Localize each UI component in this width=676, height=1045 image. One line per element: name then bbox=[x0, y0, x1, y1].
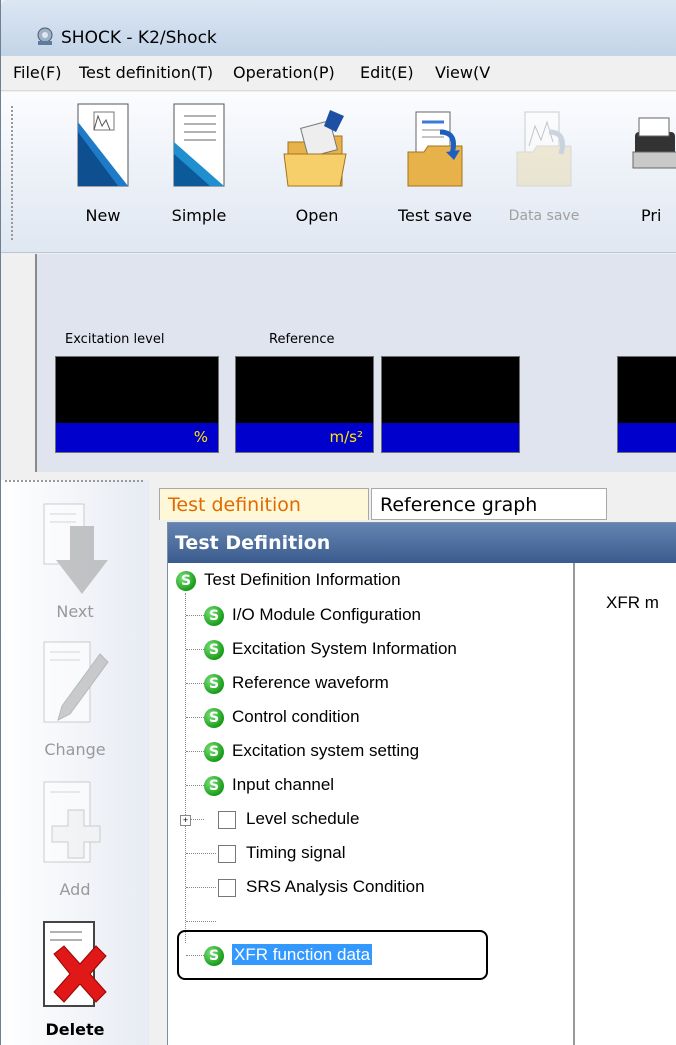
data-save-icon bbox=[516, 111, 572, 187]
detail-pane: XFR m bbox=[576, 563, 676, 1045]
plus-add-icon bbox=[43, 781, 101, 863]
reference-meter: m/s² bbox=[235, 356, 374, 453]
detail-text: XFR m bbox=[606, 593, 659, 612]
toolbar: New Simple Open Test save Data save Pri bbox=[1, 92, 676, 253]
tree-item-label: Level schedule bbox=[246, 809, 360, 828]
app-icon bbox=[37, 27, 53, 45]
tree-item-label: Reference waveform bbox=[232, 673, 389, 692]
tree-root[interactable]: S Test Definition Information bbox=[176, 565, 401, 595]
tree-item-label: Control condition bbox=[232, 707, 360, 726]
menu-file[interactable]: File(F) bbox=[13, 63, 61, 82]
tree-root-label: Test Definition Information bbox=[204, 570, 401, 589]
tree-item-label: Excitation System Information bbox=[232, 639, 457, 658]
simple-document-icon bbox=[173, 103, 225, 187]
status-set-icon: S bbox=[204, 673, 224, 694]
tree-item-excitation-system-setting[interactable]: S Excitation system setting bbox=[204, 736, 419, 766]
tab-test-definition[interactable]: Test definition bbox=[159, 488, 369, 520]
tree-item-label: I/O Module Configuration bbox=[232, 605, 421, 624]
tree-item-level-schedule[interactable]: Level schedule bbox=[216, 804, 359, 834]
test-save-icon bbox=[407, 111, 463, 187]
meter-4 bbox=[617, 356, 676, 453]
delete-button[interactable]: Delete bbox=[1, 920, 149, 1039]
tree-item-control-condition[interactable]: S Control condition bbox=[204, 702, 360, 732]
new-document-icon bbox=[77, 103, 129, 187]
next-button: Next bbox=[1, 502, 149, 621]
pencil-edit-icon bbox=[43, 641, 109, 723]
excitation-level-meter: % bbox=[55, 356, 219, 453]
status-set-icon: S bbox=[176, 570, 196, 591]
tree-item-label: Timing signal bbox=[246, 843, 346, 862]
open-folder-icon bbox=[283, 110, 347, 187]
simple-button-label: Simple bbox=[171, 206, 227, 225]
add-button-label: Add bbox=[59, 880, 91, 899]
red-x-delete-icon bbox=[43, 921, 107, 1007]
status-unset-icon bbox=[218, 810, 236, 829]
print-button[interactable]: Pri bbox=[621, 102, 676, 225]
excitation-level-label: Excitation level bbox=[65, 332, 165, 347]
status-unset-icon bbox=[218, 878, 236, 897]
change-button-label: Change bbox=[44, 740, 106, 759]
open-button[interactable]: Open bbox=[277, 102, 357, 225]
tree-item-reference-waveform[interactable]: S Reference waveform bbox=[204, 668, 389, 698]
new-button-label: New bbox=[85, 206, 121, 225]
tree-item-srs-analysis[interactable]: SRS Analysis Condition bbox=[216, 872, 425, 902]
menu-edit[interactable]: Edit(E) bbox=[360, 63, 414, 82]
tree-item-label: SRS Analysis Condition bbox=[246, 877, 425, 896]
reference-label: Reference bbox=[269, 332, 335, 347]
menu-operation[interactable]: Operation(P) bbox=[233, 63, 335, 82]
tree-item-input-channel[interactable]: S Input channel bbox=[204, 770, 334, 800]
status-set-icon: S bbox=[204, 775, 224, 796]
menu-test-definition[interactable]: Test definition(T) bbox=[79, 63, 213, 82]
status-set-icon: S bbox=[204, 707, 224, 728]
action-sidebar: Next Change Add Delete bbox=[1, 480, 149, 1045]
next-button-label: Next bbox=[56, 602, 94, 621]
test-save-button-label: Test save bbox=[397, 206, 473, 225]
meter-3 bbox=[381, 356, 520, 453]
tree-item-excitation-system-info[interactable]: S Excitation System Information bbox=[204, 634, 457, 664]
open-button-label: Open bbox=[295, 206, 339, 225]
test-save-button[interactable]: Test save bbox=[385, 102, 485, 225]
tree-item-io-module[interactable]: S I/O Module Configuration bbox=[204, 600, 421, 630]
simple-button[interactable]: Simple bbox=[159, 102, 239, 225]
status-set-icon: S bbox=[204, 605, 224, 626]
tab-strip: Test definition Reference graph bbox=[159, 484, 676, 522]
print-button-label: Pri bbox=[641, 206, 662, 225]
status-unset-icon bbox=[218, 844, 236, 863]
menu-view[interactable]: View(V bbox=[435, 63, 490, 82]
data-save-button: Data save bbox=[499, 102, 589, 224]
data-save-button-label: Data save bbox=[508, 208, 580, 224]
tree-item-label: Excitation system setting bbox=[232, 741, 420, 760]
change-button: Change bbox=[1, 640, 149, 759]
menu-bar: File(F) Test definition(T) Operation(P) … bbox=[1, 56, 676, 91]
add-button: Add bbox=[1, 780, 149, 899]
excitation-level-unit: % bbox=[56, 423, 218, 452]
monitor-panel: Excitation level Reference % m/s² bbox=[35, 254, 676, 472]
status-set-icon: S bbox=[204, 639, 224, 660]
reference-unit: m/s² bbox=[236, 423, 373, 452]
panel-header: Test Definition bbox=[168, 523, 676, 563]
tree-item-label: Input channel bbox=[232, 775, 335, 794]
callout-highlight bbox=[177, 930, 488, 980]
new-button[interactable]: New bbox=[63, 102, 143, 225]
tree-item-timing-signal[interactable]: Timing signal bbox=[216, 838, 346, 868]
title-bar: SHOCK - K2/Shock bbox=[1, 0, 676, 56]
down-arrow-icon bbox=[43, 503, 108, 594]
window-title: SHOCK - K2/Shock bbox=[61, 28, 217, 48]
delete-button-label: Delete bbox=[45, 1020, 105, 1039]
expand-toggle-icon[interactable]: + bbox=[180, 815, 191, 826]
toolbar-grip[interactable] bbox=[11, 106, 13, 241]
app-window: SHOCK - K2/Shock File(F) Test definition… bbox=[0, 0, 676, 1045]
tab-reference-graph[interactable]: Reference graph bbox=[371, 488, 607, 520]
print-icon bbox=[632, 117, 676, 169]
status-set-icon: S bbox=[204, 741, 224, 762]
